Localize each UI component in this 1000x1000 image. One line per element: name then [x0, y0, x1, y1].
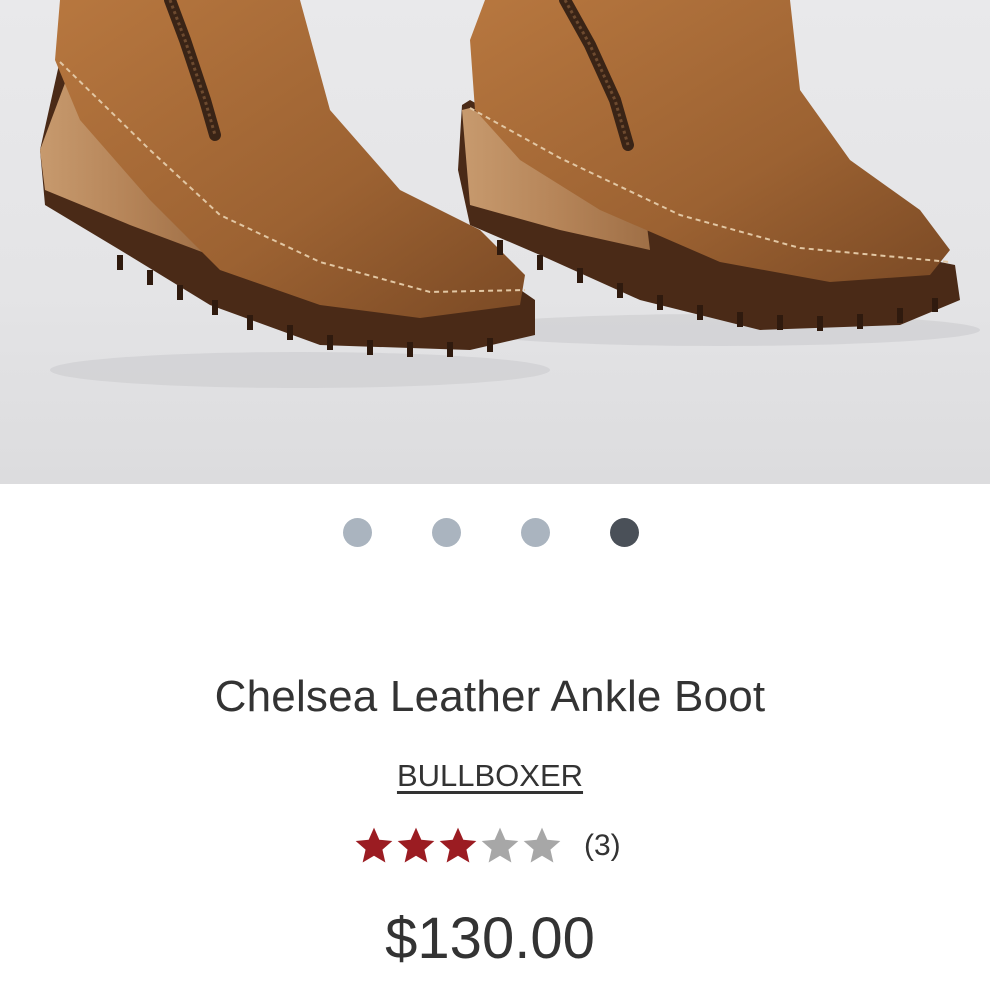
carousel-dot-1[interactable]	[343, 518, 372, 547]
star-empty-icon	[481, 827, 519, 863]
image-carousel-dots	[0, 518, 1000, 548]
product-image[interactable]	[0, 0, 990, 484]
review-count[interactable]: (3)	[584, 829, 621, 863]
carousel-dot-4[interactable]	[610, 518, 639, 547]
product-rating[interactable]: (3)	[352, 818, 621, 874]
star-filled-icon	[355, 827, 393, 863]
brand-link[interactable]: BULLBOXER	[0, 758, 980, 794]
carousel-dot-2[interactable]	[432, 518, 461, 547]
star-filled-icon	[439, 827, 477, 863]
carousel-dot-3[interactable]	[521, 518, 550, 547]
boots-photo	[40, 0, 980, 388]
right-boot	[458, 0, 960, 331]
product-title: Chelsea Leather Ankle Boot	[214, 672, 766, 721]
product-price: $130.00	[385, 906, 595, 971]
star-empty-icon	[523, 827, 561, 863]
star-filled-icon	[397, 827, 435, 863]
rating-stars	[352, 824, 562, 868]
